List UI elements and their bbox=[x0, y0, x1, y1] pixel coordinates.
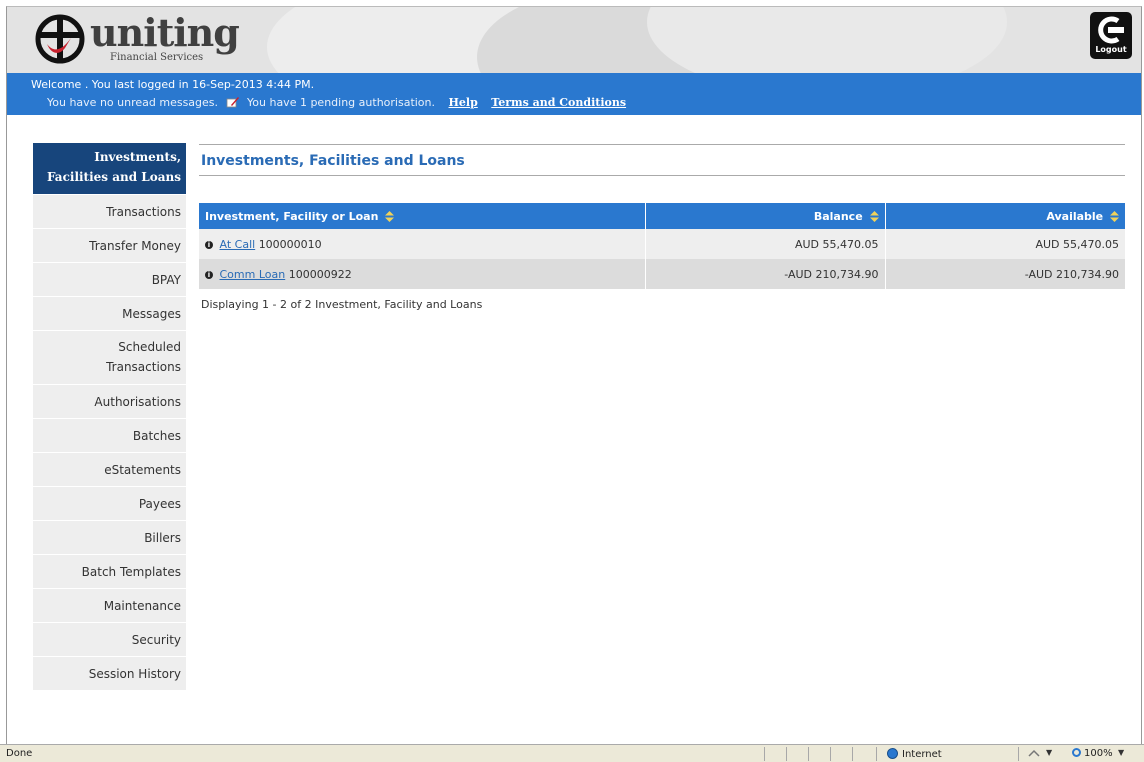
sidebar-item-estatements[interactable]: eStatements bbox=[33, 453, 186, 487]
status-divider bbox=[786, 747, 787, 761]
sort-icon[interactable] bbox=[1110, 210, 1119, 222]
sidebar-item-label: eStatements bbox=[104, 463, 181, 477]
sidebar-item-label: Batches bbox=[132, 429, 181, 443]
table-footer-summary: Displaying 1 - 2 of 2 Investment, Facili… bbox=[201, 298, 483, 311]
account-number: 100000922 bbox=[288, 267, 352, 281]
browser-status-bar: Done Internet ▼ 100% ▼ bbox=[0, 744, 1144, 762]
sidebar-item-label: Authorisations bbox=[94, 395, 181, 409]
uniting-logo[interactable]: uniting Financial Services bbox=[35, 10, 295, 66]
zoom-level: 100% bbox=[1084, 748, 1113, 759]
sidebar-item-session-history[interactable]: Session History bbox=[33, 657, 186, 691]
status-text: Done bbox=[6, 748, 33, 759]
sidebar-item-label: Investments, bbox=[94, 150, 181, 164]
column-header-account[interactable]: Investment, Facility or Loan bbox=[199, 203, 646, 229]
sidebar-item-security[interactable]: Security bbox=[33, 623, 186, 657]
available-cell: -AUD 210,734.90 bbox=[885, 259, 1125, 289]
sidebar-item-batch-templates[interactable]: Batch Templates bbox=[33, 555, 186, 589]
sidebar-item-label: Transfer Money bbox=[89, 239, 181, 253]
status-divider bbox=[1018, 747, 1019, 761]
browser-content: uniting Financial Services Logout Welcom… bbox=[6, 6, 1142, 744]
sidebar-item-transactions[interactable]: Transactions bbox=[33, 195, 186, 229]
info-bar: Welcome . You last logged in 16-Sep-2013… bbox=[7, 73, 1141, 115]
table-header-row: Investment, Facility or Loan Balance Ava… bbox=[199, 203, 1125, 229]
info-icon[interactable]: i bbox=[205, 240, 213, 249]
sidebar-item-transfer-money[interactable]: Transfer Money bbox=[33, 229, 186, 263]
logout-label: Logout bbox=[1095, 45, 1127, 54]
sort-icon[interactable] bbox=[385, 210, 395, 222]
main-content: Investments, Facilities and Loans Invest… bbox=[199, 144, 1125, 311]
sidebar-item-label: Security bbox=[131, 633, 181, 647]
globe-icon bbox=[887, 748, 898, 759]
protected-mode-icon[interactable] bbox=[1028, 749, 1040, 759]
message-line: You have no unread messages. You have 1 … bbox=[47, 96, 626, 109]
account-cell: i Comm Loan 100000922 bbox=[199, 259, 646, 289]
logout-icon bbox=[1098, 16, 1124, 44]
zoom-control[interactable]: 100% bbox=[1072, 748, 1113, 759]
table-row: i At Call 100000010 AUD 55,470.05 AUD 55… bbox=[199, 229, 1125, 259]
column-header-available[interactable]: Available bbox=[885, 203, 1125, 229]
sidebar-item-label: Payees bbox=[138, 497, 181, 511]
sort-icon[interactable] bbox=[869, 210, 879, 222]
sidebar-item-scheduled-transactions[interactable]: Scheduled Transactions bbox=[33, 331, 186, 385]
sidebar-item-batches[interactable]: Batches bbox=[33, 419, 186, 453]
page-title: Investments, Facilities and Loans bbox=[201, 153, 465, 169]
help-link[interactable]: Help bbox=[449, 96, 478, 109]
sidebar-item-label: Scheduled bbox=[118, 340, 181, 354]
pending-authorisation-text[interactable]: You have 1 pending authorisation. bbox=[247, 96, 435, 109]
sidebar-item-label: BPAY bbox=[151, 273, 181, 287]
sidebar-item-label: Maintenance bbox=[103, 599, 181, 613]
sidebar-item-investments[interactable]: Investments, Facilities and Loans bbox=[33, 143, 186, 195]
sidebar-item-label: Messages bbox=[122, 307, 181, 321]
account-number: 100000010 bbox=[258, 237, 322, 251]
site-header: uniting Financial Services Logout bbox=[7, 7, 1141, 73]
sidebar-item-label: Session History bbox=[88, 667, 181, 681]
status-divider bbox=[808, 747, 809, 761]
accounts-table: Investment, Facility or Loan Balance Ava… bbox=[199, 203, 1125, 289]
balance-cell: -AUD 210,734.90 bbox=[645, 259, 886, 289]
page-title-bar: Investments, Facilities and Loans bbox=[199, 144, 1125, 176]
brand-name: uniting bbox=[90, 10, 240, 55]
table-row: i Comm Loan 100000922 -AUD 210,734.90 -A… bbox=[199, 259, 1125, 289]
balance-cell: AUD 55,470.05 bbox=[645, 229, 886, 259]
column-header-balance[interactable]: Balance bbox=[645, 203, 886, 229]
sidebar-item-bpay[interactable]: BPAY bbox=[33, 263, 186, 297]
info-icon[interactable]: i bbox=[205, 270, 213, 279]
security-zone[interactable]: Internet bbox=[887, 748, 942, 760]
sidebar-item-label: Transactions bbox=[106, 360, 181, 374]
status-divider bbox=[830, 747, 831, 761]
account-cell: i At Call 100000010 bbox=[199, 229, 646, 259]
status-divider bbox=[852, 747, 853, 761]
sidebar-item-label: Facilities and Loans bbox=[46, 170, 181, 184]
sidebar-item-label: Batch Templates bbox=[81, 565, 181, 579]
welcome-text: Welcome . You last logged in 16-Sep-2013… bbox=[31, 78, 315, 91]
available-cell: AUD 55,470.05 bbox=[885, 229, 1125, 259]
sidebar-item-billers[interactable]: Billers bbox=[33, 521, 186, 555]
column-header-label: Investment, Facility or Loan bbox=[205, 209, 379, 223]
sidebar-item-authorisations[interactable]: Authorisations bbox=[33, 385, 186, 419]
sidebar-nav: Investments, Facilities and Loans Transa… bbox=[33, 143, 186, 691]
brand-subtitle: Financial Services bbox=[110, 52, 204, 63]
account-link[interactable]: Comm Loan bbox=[220, 268, 286, 281]
sidebar-item-label: Transactions bbox=[106, 205, 181, 219]
chevron-down-icon[interactable]: ▼ bbox=[1046, 748, 1052, 757]
status-divider bbox=[876, 747, 877, 761]
account-link[interactable]: At Call bbox=[220, 238, 256, 251]
chevron-down-icon[interactable]: ▼ bbox=[1118, 748, 1124, 757]
pending-authorisation-icon bbox=[226, 97, 239, 108]
uniting-cross-icon bbox=[35, 14, 85, 64]
logout-button[interactable]: Logout bbox=[1090, 12, 1132, 59]
sidebar-item-label: Billers bbox=[144, 531, 181, 545]
terms-link[interactable]: Terms and Conditions bbox=[491, 96, 626, 109]
sidebar-item-maintenance[interactable]: Maintenance bbox=[33, 589, 186, 623]
status-divider bbox=[764, 747, 765, 761]
column-header-label: Balance bbox=[813, 209, 863, 223]
zoom-icon bbox=[1072, 748, 1081, 757]
sidebar-item-payees[interactable]: Payees bbox=[33, 487, 186, 521]
unread-messages-text: You have no unread messages. bbox=[47, 96, 219, 109]
sidebar-item-messages[interactable]: Messages bbox=[33, 297, 186, 331]
zone-label: Internet bbox=[902, 749, 942, 760]
column-header-label: Available bbox=[1046, 209, 1104, 223]
